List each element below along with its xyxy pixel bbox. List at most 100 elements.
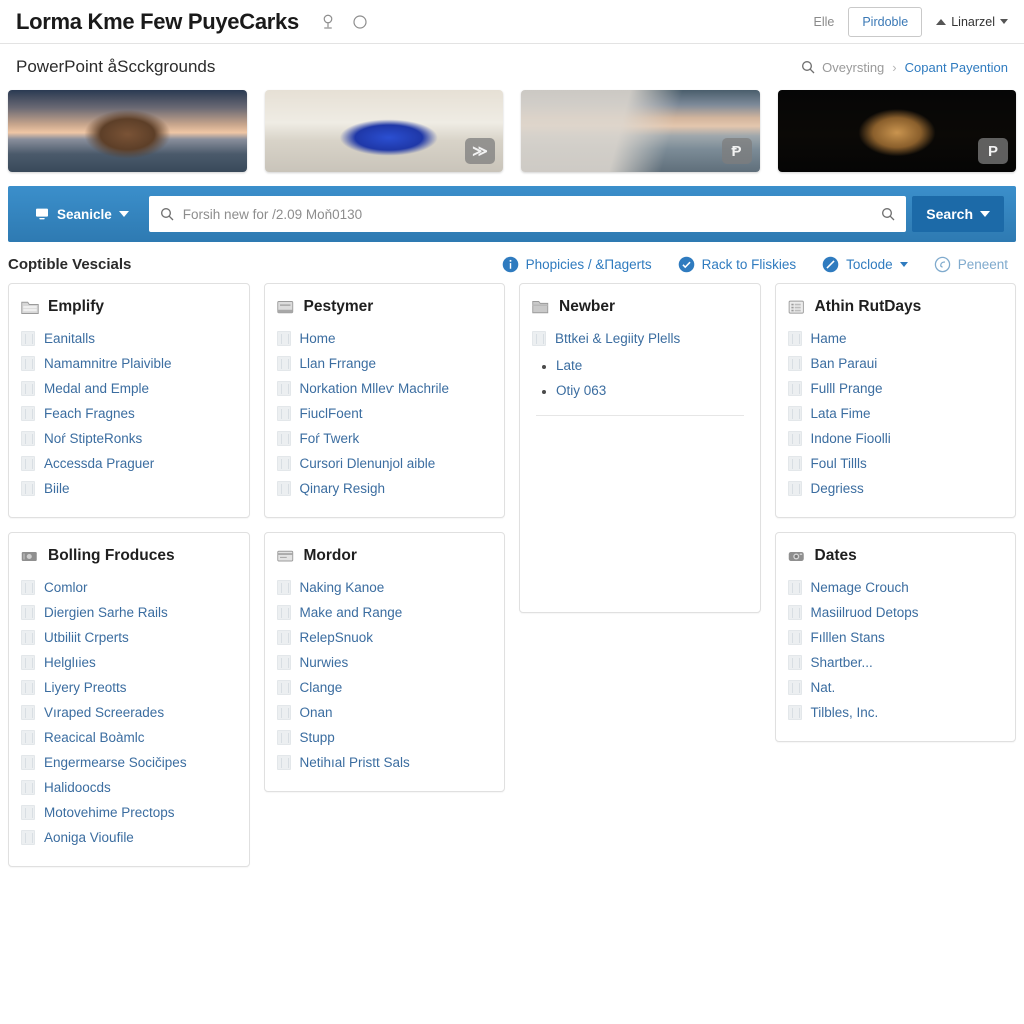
list-item[interactable]: Diergien Sarhe Rails [21,600,237,625]
list-item[interactable]: Hame [787,326,1004,351]
brand-title: Lorma Kme Few PuyeCarks [16,8,299,34]
list-item[interactable]: Reacical Boàmlc [21,725,237,750]
thumbnail-badge[interactable]: ≫ [465,138,495,164]
action-properties[interactable]: Phopicies / &Πagertѕ [502,256,652,273]
circle-outline-icon[interactable] [351,13,369,31]
spiral-circle-icon [934,256,950,273]
list-item[interactable]: Engermearse Socičipes [21,750,237,775]
grid-icon [787,431,802,446]
golden-dog-thumbnail[interactable]: P [777,90,1016,172]
list-item-label: Cursori Dlenunjol aible [299,456,436,471]
user-menu-label: Linarzel [951,14,995,29]
list-item[interactable]: Degriess [787,476,1004,501]
grid-icon [276,381,291,396]
list-item-label: Liyery Preotts [44,680,127,695]
list-item-label: Engermearse Socičipes [44,755,187,770]
bullet-item[interactable]: Otiy 063 [540,378,748,403]
list-item-label: Make and Range [299,605,403,620]
breadcrumb-current[interactable]: Copant Payention [905,60,1008,75]
list-item-label: Degriess [810,481,864,496]
grid-icon [787,406,802,421]
list-item[interactable]: Helglıies [21,650,237,675]
list-item[interactable]: Stupp [276,725,493,750]
search-scope-dropdown[interactable]: Seanicle [20,206,143,222]
list-item-label: Fılllen Stans [810,630,885,645]
list-item[interactable]: Onan [276,700,493,725]
user-menu[interactable]: Linarzel [936,15,1008,29]
card-icon [276,550,293,561]
list-item[interactable]: Norkation Mlleѵ Machrile [276,376,493,401]
list-item[interactable]: Feach Fragnes [21,401,237,426]
list-item[interactable]: Make and Range [276,600,493,625]
action-toclode[interactable]: Toclode [822,256,908,273]
list-item[interactable]: Halidoocds [21,775,237,800]
list-item[interactable]: FiuclFoent [276,401,493,426]
list-item[interactable]: Llan Frrange [276,351,493,376]
list-item[interactable]: Tilbles, Inc. [787,700,1004,725]
search-submit-icon[interactable] [880,206,896,222]
card-title: Athin RutDays [814,298,922,315]
list-item[interactable]: RelepSnuok [276,625,493,650]
list-item[interactable]: Indone Fioolli [787,426,1004,451]
list-item[interactable]: Namamnitre Plaivible [21,351,237,376]
list-item[interactable]: Fılllen Stans [787,625,1004,650]
breadcrumb-root[interactable]: Oveyrsting [800,59,884,75]
list-item[interactable]: Accessda Praguer [21,451,237,476]
list-item[interactable]: Medal and Emple [21,376,237,401]
list-item[interactable]: Shartber... [787,650,1004,675]
list-item[interactable]: Foul Tillls [787,451,1004,476]
list-item-label: Nurwies [299,655,349,670]
search-input-wrapper[interactable] [148,196,907,232]
search-input[interactable] [174,206,881,222]
grid-icon [21,356,35,371]
list-item[interactable]: Qinary Resigh [276,476,493,501]
grid-column-2: Pestymer Home Llan Frrange Norkation Mll… [263,283,505,792]
card-title: Bolling Froduces [48,547,175,564]
list-item[interactable]: Nat. [787,675,1004,700]
grid-icon [276,655,291,670]
list-item[interactable]: Noŕ StipteRonks [21,426,237,451]
list-item[interactable]: Bttkei & Legiity Plells [532,326,748,351]
grid-icon [21,580,35,595]
list-item[interactable]: Nurwies [276,650,493,675]
grid-icon [21,381,35,396]
list-item[interactable]: Biile [21,476,237,501]
location-pin-icon[interactable] [319,13,337,31]
list-item[interactable]: Masiilruod Detops [787,600,1004,625]
list-item[interactable]: Utbiliit Crperts [21,625,237,650]
list-item[interactable]: Lata Fime [787,401,1004,426]
list-item[interactable]: Naking Kanoe [276,575,493,600]
list-item-label: Eanitalls [44,331,96,346]
thumbnail-badge[interactable]: Ᵽ [721,138,752,164]
grid-column-4: Athin RutDays Hame Ban Paraui Fulll Pran… [774,283,1016,742]
list-item[interactable]: Clange [276,675,493,700]
list-item[interactable]: Netihıal Pristt Sals [276,750,493,775]
list-item[interactable]: Eanitalls [21,326,237,351]
header-primary-button[interactable]: Pirdoble [848,6,923,37]
folder-icon [532,300,549,313]
list-item[interactable]: Home [276,326,493,351]
list-item[interactable]: Comlor [21,575,237,600]
list-item[interactable]: Foŕ Twerk [276,426,493,451]
list-item[interactable]: Aoniga Vioufile [21,825,237,850]
list-item[interactable]: Motovehime Prectops [21,800,237,825]
list-item-label: Netihıal Pristt Sals [299,755,410,770]
railway-bridge-thumbnail[interactable]: Ᵽ [521,90,760,172]
list-item[interactable]: Cursori Dlenunjol aible [276,451,493,476]
action-label: Peneent [957,257,1008,272]
bullet-item[interactable]: Late [540,353,748,378]
blue-sports-car-thumbnail[interactable]: ≫ [264,90,503,172]
window-icon [276,300,293,313]
action-label: Toclode [846,257,893,272]
list-item[interactable]: Nemage Crouch [787,575,1004,600]
tower-bridge-thumbnail[interactable] [8,90,247,172]
list-item[interactable]: Fulll Prange [787,376,1004,401]
action-back-to-list[interactable]: Rack to Fliskies [678,256,796,273]
search-button[interactable]: Search [912,196,1004,232]
list-item[interactable]: Ban Paraui [787,351,1004,376]
thumbnail-badge[interactable]: P [978,138,1008,164]
list-item[interactable]: Vıraped Screerades [21,700,237,725]
header-link[interactable]: Elle [814,15,835,29]
action-peneent[interactable]: Peneent [934,256,1008,273]
list-item[interactable]: Liyery Preotts [21,675,237,700]
